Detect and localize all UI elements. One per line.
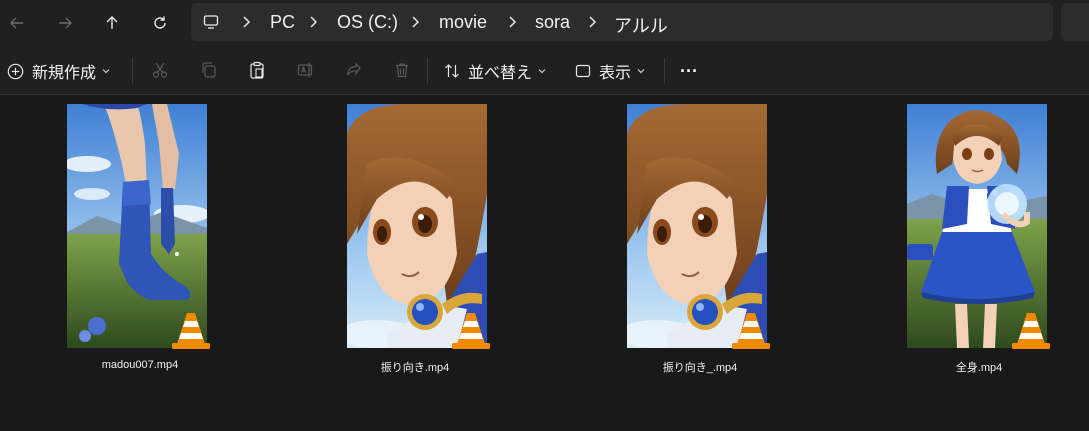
trash-icon[interactable] [393,61,411,79]
refresh-button[interactable] [143,6,177,40]
chevron-down-icon [538,69,546,74]
file-item[interactable] [627,104,773,349]
breadcrumb-drive[interactable]: OS (C:) [337,12,398,33]
plus-circle-icon [7,63,24,79]
file-item[interactable] [347,104,493,349]
chevron-right-icon [310,16,318,28]
paste-icon[interactable] [248,61,266,79]
file-grid: madou007.mp4 振り向き.mp4 振り向き_.mp4 全身.mp4 [0,95,1089,431]
sort-button-label: 並べ替え [468,65,533,82]
up-button[interactable] [95,6,129,40]
sort-arrows-icon [445,64,459,78]
address-row: PC OS (C:) movie sora アルル [0,0,1089,46]
file-item[interactable] [907,104,1053,349]
arrow-right-icon [59,17,72,29]
more-options-label: ··· [680,60,698,81]
toolbar-divider [664,58,665,84]
file-name[interactable]: 振り向き_.mp4 [600,359,800,375]
vlc-cone-icon [172,313,210,349]
chevron-right-icon [412,16,420,28]
rename-icon[interactable] [297,61,315,79]
arrow-up-icon [106,16,118,29]
sort-button[interactable]: 並べ替え [444,58,546,84]
breadcrumb-movie[interactable]: movie [439,12,487,33]
search-box[interactable] [1061,3,1089,41]
chevron-right-icon [509,16,517,28]
file-name[interactable]: madou007.mp4 [40,359,240,371]
refresh-icon [154,16,166,29]
new-button[interactable]: 新規作成 [7,58,110,84]
view-layout-icon [575,64,591,78]
toolbar-divider [132,58,133,84]
view-button-label: 表示 [599,65,632,82]
breadcrumb-current-folder[interactable]: アルル [614,12,668,38]
breadcrumb-pc[interactable]: PC [270,12,295,33]
new-button-label: 新規作成 [32,65,97,82]
file-name[interactable]: 振り向き.mp4 [315,359,515,375]
breadcrumb-sora[interactable]: sora [535,12,570,33]
computer-icon [203,15,219,29]
forward-button[interactable] [48,6,82,40]
cut-icon[interactable] [151,61,169,79]
vlc-cone-icon [1012,313,1050,349]
back-button[interactable] [0,6,34,40]
arrow-left-icon [10,17,23,29]
view-button[interactable]: 表示 [575,58,645,84]
vlc-cone-icon [452,313,490,349]
address-bar[interactable]: PC OS (C:) movie sora アルル [191,3,1053,41]
chevron-down-icon [102,69,110,74]
copy-icon[interactable] [200,61,218,79]
file-item[interactable] [67,104,213,349]
share-icon[interactable] [345,61,363,79]
file-name[interactable]: 全身.mp4 [879,359,1079,375]
command-bar: 新規作成 並べ替え 表示 ··· [0,46,1089,95]
chevron-right-icon [589,16,597,28]
chevron-down-icon [637,69,645,74]
chevron-right-icon [243,16,251,28]
more-options-button[interactable]: ··· [680,58,698,84]
toolbar-divider [427,58,428,84]
vlc-cone-icon [732,313,770,349]
